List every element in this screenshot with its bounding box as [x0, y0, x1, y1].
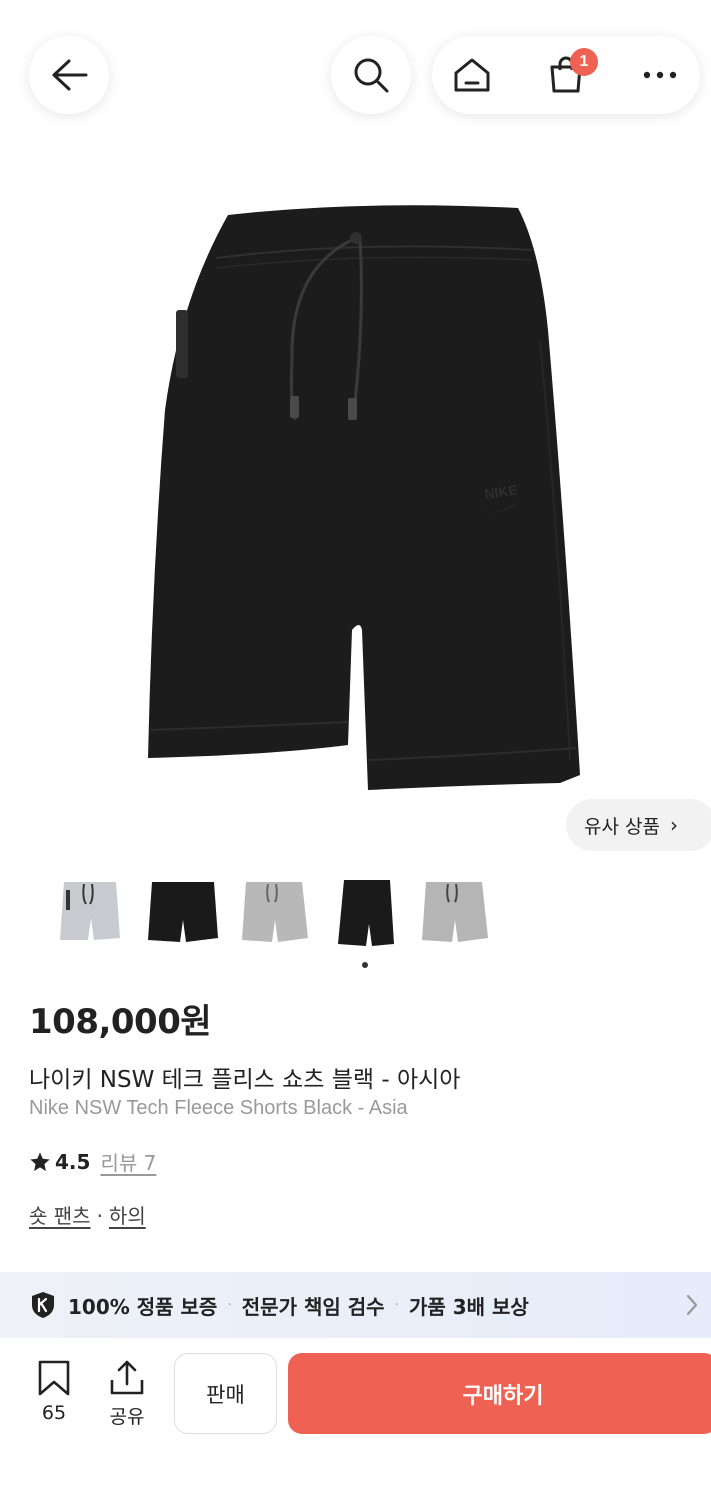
bookmark-count: 65 — [41, 1402, 67, 1424]
cart-button[interactable] — [526, 36, 606, 114]
more-button[interactable] — [620, 36, 700, 114]
bookmark-icon — [38, 1360, 70, 1396]
cart-badge: 1 — [570, 48, 598, 76]
top-actions-group — [432, 36, 700, 114]
guarantee-item-inspection: 전문가 책임 검수 — [241, 1294, 385, 1319]
category-link-bottoms[interactable]: 하의 — [109, 1204, 146, 1228]
product-name-ko: 나이키 NSW 테크 플리스 쇼츠 블랙 - 아시아 — [29, 1067, 461, 1093]
authenticity-banner[interactable]: 100% 정품 보증 · 전문가 책임 검수 · 가품 3배 보상 — [0, 1272, 711, 1338]
guarantee-item-compensation: 가품 3배 보상 — [408, 1294, 529, 1319]
product-name-en: Nike NSW Tech Fleece Shorts Black - Asia — [29, 1097, 408, 1119]
category-separator: · — [96, 1204, 103, 1228]
reviews-link[interactable]: 리뷰 7 — [100, 1147, 156, 1176]
product-price: 108,000원 — [29, 1002, 212, 1042]
buy-button[interactable]: 구매하기 — [288, 1353, 711, 1434]
thumbnail-gray[interactable] — [238, 878, 312, 950]
guarantee-item-authentic: 100% 정품 보증 — [68, 1294, 218, 1319]
search-icon — [354, 58, 389, 93]
guarantee-bullet: · — [227, 1297, 232, 1313]
share-button[interactable]: 공유 — [97, 1360, 157, 1429]
share-label: 공유 — [109, 1406, 145, 1428]
home-button[interactable] — [432, 36, 512, 114]
chevron-right-icon — [686, 1294, 698, 1316]
category-links: 숏 팬츠 · 하의 — [29, 1200, 146, 1229]
thumbnail-strip — [54, 878, 514, 950]
bookmark-button[interactable]: 65 — [24, 1360, 84, 1424]
category-link-shorts[interactable]: 숏 팬츠 — [29, 1204, 91, 1228]
shield-icon — [32, 1292, 54, 1318]
bottom-action-bar: 65 공유 판매 구매하기 — [0, 1338, 711, 1500]
chevron-right-icon: › — [669, 813, 678, 837]
more-icon — [643, 71, 677, 79]
home-icon — [454, 58, 490, 92]
sell-button[interactable]: 판매 — [174, 1353, 277, 1434]
rating-score: 4.5 — [55, 1149, 91, 1174]
star-icon — [30, 1151, 50, 1171]
guarantee-bullet: · — [394, 1297, 399, 1313]
thumbnail-black[interactable] — [146, 878, 220, 950]
similar-products-label: 유사 상품 — [584, 815, 660, 838]
similar-products-button[interactable]: 유사 상품 › — [566, 799, 711, 851]
thumbnail-light-gray[interactable] — [54, 878, 128, 950]
rating-row: 4.5 리뷰 7 — [29, 1147, 156, 1176]
thumbnail-black-selected[interactable] — [334, 878, 408, 950]
search-button[interactable] — [331, 36, 411, 114]
thumbnail-gray-2[interactable] — [418, 878, 492, 950]
back-button[interactable] — [29, 36, 109, 114]
share-icon — [110, 1360, 144, 1395]
product-main-image[interactable]: NIKE — [140, 200, 590, 795]
carousel-indicator — [362, 962, 368, 968]
back-arrow-icon — [52, 59, 88, 91]
